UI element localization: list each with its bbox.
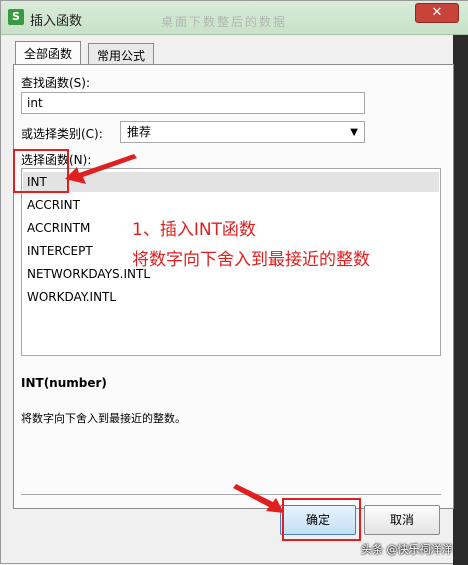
- arrow-to-function-list: [65, 154, 137, 184]
- arrow-to-ok-button: [233, 484, 284, 513]
- insert-function-dialog: S 插入函数 桌面下数整后的数据 ✕ 全部函数 常用公式 查找函数(S): in…: [0, 0, 468, 565]
- annotation-arrows: [65, 154, 284, 513]
- watermark: 头条 @快乐祠洋洋: [361, 543, 453, 556]
